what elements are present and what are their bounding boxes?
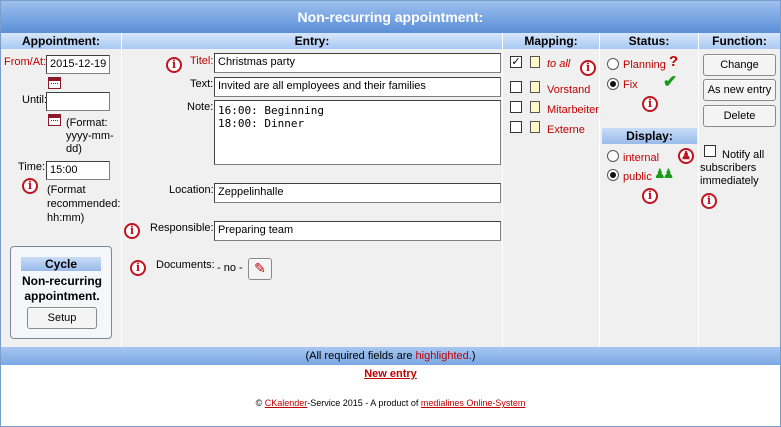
display-radio-internal[interactable] [607,150,619,162]
status-radio-fix[interactable] [607,78,619,90]
from-label: From/At: [4,56,47,68]
documents-value: - no - [217,262,243,274]
copyright-symbol: © [255,398,263,408]
text-label: Text: [190,78,214,90]
document-icon [530,81,540,93]
info-icon[interactable]: i [130,260,146,276]
header-mapping: Mapping: [503,33,600,49]
status-label-fix: Fix [623,79,638,91]
mapping-checkbox-mitarbeiter[interactable] [510,101,522,113]
location-label: Location: [169,184,214,196]
info-icon[interactable]: i [166,57,182,73]
location-input[interactable]: Zeppelinhalle [214,183,501,203]
note-label: Note: [187,101,214,113]
pencil-icon: ✎ [254,260,266,276]
info-icon[interactable]: i [22,178,38,194]
calendar-icon[interactable] [48,114,61,126]
info-icon[interactable]: i [580,60,596,76]
time-label: Time: [18,161,46,173]
header-appointment: Appointment: [1,33,122,49]
from-date-input[interactable]: 2015-12-19 [46,55,110,74]
info-icon[interactable]: i [701,193,717,209]
documents-label: Documents: [156,259,215,271]
header-entry: Entry: [122,33,503,49]
note-textarea[interactable]: 16:00: Beginning 18:00: Dinner [214,100,501,165]
document-icon [530,121,540,133]
header-status: Status: [600,33,699,49]
ckalender-link[interactable]: CKalender [265,398,308,408]
group-icon: ♟♟ [654,166,674,181]
date-format-hint: (Format: yyyy-mm-dd) [66,117,114,155]
setup-button[interactable]: Setup [27,307,97,329]
required-fields-bar: (All required fields are highlighted.) [1,347,780,365]
time-input[interactable]: 15:00 [46,161,110,180]
display-label-internal: internal [623,152,660,164]
until-date-input[interactable] [46,92,110,111]
as-new-entry-button[interactable]: As new entry [703,79,776,101]
required-suffix: .) [468,350,476,362]
medialines-link[interactable]: medialines Online-System [421,398,526,408]
time-format-hint: (Format recommended: hh:mm) [47,184,121,224]
new-entry-link[interactable]: New entry [364,368,417,380]
display-radio-public[interactable] [607,169,619,181]
title-label: Titel: [190,55,214,67]
status-label-planning: Planning [623,59,666,71]
question-icon: ? [669,53,679,70]
mapping-label-to-all: to all [547,58,571,70]
info-icon[interactable]: i [642,96,658,112]
mapping-label-vorstand: Vorstand [547,84,591,96]
header-function: Function: [699,33,780,49]
text-input[interactable]: Invited are all employees and their fami… [214,77,501,97]
required-prefix: (All required fields are [305,350,416,362]
info-icon[interactable]: i [642,188,658,204]
checkmark-icon: ✔ [663,72,678,91]
document-icon [530,101,540,113]
page-title: Non-recurring appointment: [1,1,780,33]
cycle-text: Non-recurring appointment. [21,274,102,303]
status-radio-planning[interactable] [607,58,619,70]
cycle-title: Cycle [21,257,101,271]
service-text: -Service 2015 - A product of [307,398,421,408]
delete-button[interactable]: Delete [703,105,776,127]
edit-documents-button[interactable]: ✎ [248,258,272,280]
document-icon [530,56,540,68]
title-input[interactable]: Christmas party [214,53,501,73]
responsible-label: Responsible: [150,222,214,234]
required-highlight: highlighted [415,350,469,362]
mapping-checkbox-vorstand[interactable] [510,81,522,93]
mapping-label-mitarbeiter: Mitarbeiter [547,104,599,116]
mapping-checkbox-externe[interactable] [510,121,522,133]
copyright-line: © CKalender-Service 2015 - A product of … [0,398,781,408]
notify-label: Notify all subscribers immediately [700,149,765,187]
display-header: Display: [602,128,697,144]
mapping-label-externe: Externe [547,124,585,136]
responsible-input[interactable]: Preparing team [214,221,501,241]
mapping-checkbox-to-all[interactable]: ✓ [510,56,522,68]
user-icon: ♟ [678,148,694,164]
until-label: Until: [22,94,48,106]
display-label-public: public [623,171,652,183]
calendar-icon[interactable] [48,77,61,89]
info-icon[interactable]: i [124,223,140,239]
change-button[interactable]: Change [703,54,776,76]
